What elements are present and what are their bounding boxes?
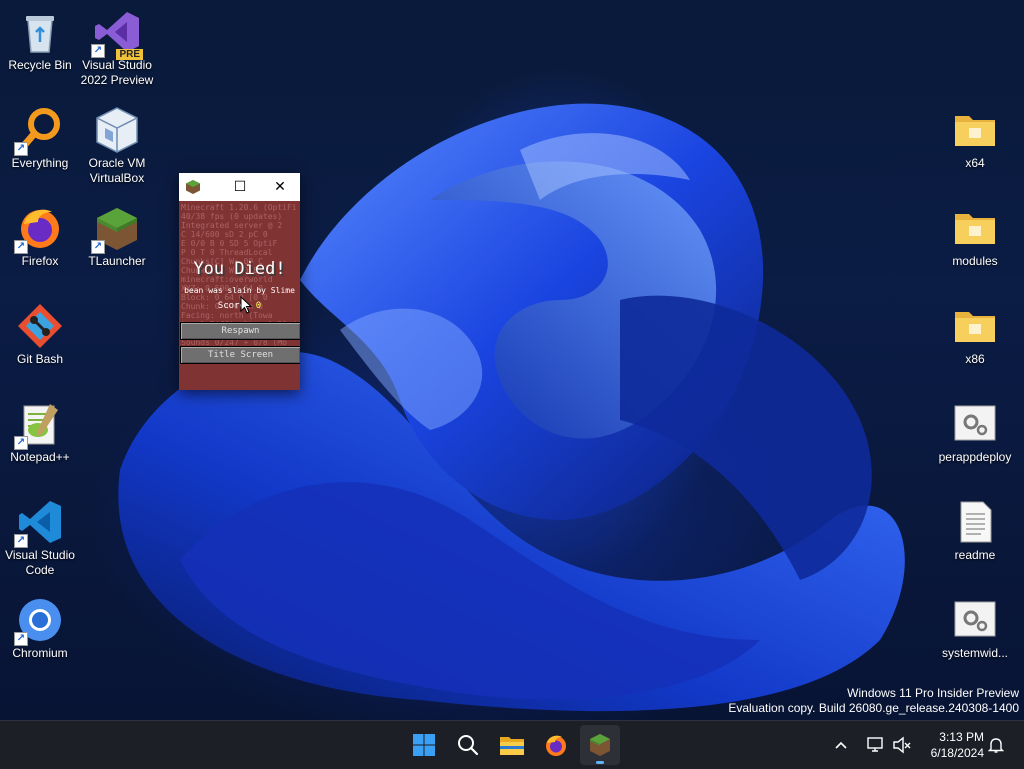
windows-start-icon	[413, 734, 435, 756]
desktop-icon-visual-studio[interactable]: ↗ PRE Visual Studio 2022 Preview	[77, 8, 157, 88]
volume-muted-icon	[893, 736, 911, 754]
virtualbox-icon	[93, 106, 141, 154]
minecraft-icon	[590, 734, 610, 756]
desktop-icon-virtualbox[interactable]: Oracle VM VirtualBox	[77, 106, 157, 186]
desktop-icon-notepadpp[interactable]: ↗ Notepad++	[0, 400, 80, 465]
desktop-icon-label: Visual Studio	[5, 548, 75, 562]
window-maximize-button[interactable]: ☐	[220, 173, 260, 201]
tray-volume[interactable]	[892, 721, 912, 769]
folder-icon	[951, 302, 999, 350]
watermark-edition: Windows 11 Pro Insider Preview	[847, 686, 1019, 700]
maximize-icon: ☐	[233, 179, 247, 195]
death-title: You Died!	[193, 259, 286, 279]
shortcut-arrow-icon: ↗	[91, 44, 105, 58]
firefox-icon: ↗	[14, 204, 64, 254]
desktop-icon-label: x64	[965, 156, 985, 170]
folder-icon	[951, 204, 999, 252]
desktop-icon-label: Recycle Bin	[8, 58, 72, 72]
desktop-icon-firefox[interactable]: ↗ Firefox	[0, 204, 80, 269]
taskbar-search-button[interactable]	[448, 725, 488, 765]
clock-date: 6/18/2024	[930, 746, 984, 760]
minecraft-window-titlebar[interactable]: ☐ ✕	[179, 173, 300, 201]
score-value: 0	[255, 301, 262, 311]
desktop-icon-label: Git Bash	[16, 352, 64, 366]
desktop-icon-label: Notepad++	[10, 450, 70, 464]
shortcut-arrow-icon: ↗	[14, 240, 28, 254]
watermark-build: Evaluation copy. Build 26080.ge_release.…	[728, 701, 1019, 715]
mouse-cursor-icon	[240, 296, 252, 314]
desktop-icon-label: systemwid...	[941, 646, 1008, 660]
shortcut-arrow-icon: ↗	[14, 436, 28, 450]
minecraft-app-icon	[186, 180, 200, 194]
desktop-icon-vscode[interactable]: ↗ Visual Studio Code	[0, 498, 80, 578]
desktop-icon-perappdeploy[interactable]: perappdeploy	[935, 400, 1015, 465]
desktop-icon-label: Oracle VM	[88, 156, 146, 170]
chromium-icon: ↗	[14, 596, 64, 646]
recycle-bin-icon	[16, 8, 64, 56]
tray-overflow-chevron[interactable]	[834, 721, 848, 769]
settings-file-icon	[951, 596, 999, 644]
desktop-icon-chromium[interactable]: ↗ Chromium	[0, 596, 80, 661]
shortcut-arrow-icon: ↗	[91, 240, 105, 254]
desktop-icon-label-line2: Code	[25, 563, 55, 577]
desktop-icon-label-line2: VirtualBox	[89, 171, 145, 185]
desktop-icon-label-line2: 2022 Preview	[80, 73, 154, 87]
git-bash-icon	[16, 302, 64, 350]
desktop-icon-systemwide[interactable]: systemwid...	[935, 596, 1015, 661]
shortcut-arrow-icon: ↗	[14, 142, 28, 156]
network-icon	[867, 737, 883, 752]
notepadpp-icon: ↗	[14, 400, 64, 450]
desktop-icon-recycle-bin[interactable]: Recycle Bin	[0, 8, 80, 73]
death-message: bean was slain by Slime	[184, 286, 295, 295]
settings-file-icon	[951, 400, 999, 448]
desktop-icon-label: Visual Studio	[82, 58, 152, 72]
close-icon: ✕	[274, 179, 286, 195]
minecraft-window[interactable]: ☐ ✕ Minecraft 1.20.6 (OptiFi 40/38 fps (0…	[179, 173, 300, 390]
tlauncher-icon: ↗	[91, 204, 141, 254]
desktop-icon-label: Chromium	[12, 646, 68, 660]
taskbar-minecraft-button[interactable]	[580, 725, 620, 765]
chevron-up-icon	[835, 741, 847, 749]
desktop-icon-label: TLauncher	[88, 254, 146, 268]
desktop-icon-folder-x64[interactable]: x64	[935, 106, 1015, 171]
text-file-icon	[951, 498, 999, 546]
desktop-icon-label: x86	[965, 352, 985, 366]
window-close-button[interactable]: ✕	[260, 173, 300, 201]
taskbar-start-button[interactable]	[404, 725, 444, 765]
desktop-icon-git-bash[interactable]: Git Bash	[0, 302, 80, 367]
shortcut-arrow-icon: ↗	[14, 534, 28, 548]
desktop-icon-folder-modules[interactable]: modules	[935, 204, 1015, 269]
desktop-icon-tlauncher[interactable]: ↗ TLauncher	[77, 204, 157, 269]
desktop-icon-label: Firefox	[21, 254, 59, 268]
notification-bell-icon	[988, 738, 1004, 753]
desktop-icon-label: readme	[954, 548, 996, 562]
vscode-icon: ↗	[14, 498, 64, 548]
preview-badge: PRE	[116, 49, 143, 60]
shortcut-arrow-icon: ↗	[14, 632, 28, 646]
desktop-icon-readme[interactable]: readme	[935, 498, 1015, 563]
tray-notifications[interactable]	[988, 721, 1004, 769]
desktop-icon-label: modules	[952, 254, 998, 268]
taskbar-firefox-button[interactable]	[536, 725, 576, 765]
firefox-icon	[546, 735, 566, 756]
title-screen-button[interactable]: Title Screen	[180, 346, 300, 364]
desktop-icon-everything[interactable]: ↗ Everything	[0, 106, 80, 171]
tray-network[interactable]	[866, 721, 886, 769]
clock-time: 3:13 PM	[939, 730, 984, 744]
desktop-icon-label: Everything	[11, 156, 69, 170]
file-explorer-icon	[500, 737, 524, 755]
folder-icon	[951, 106, 999, 154]
desktop-icon-folder-x86[interactable]: x86	[935, 302, 1015, 367]
taskbar-file-explorer-button[interactable]	[492, 725, 532, 765]
search-icon	[458, 735, 479, 756]
visual-studio-icon: ↗ PRE	[91, 8, 143, 60]
desktop-icon-label: perappdeploy	[938, 450, 1012, 464]
everything-search-icon: ↗	[14, 106, 64, 156]
taskbar: 3:13 PM 6/18/2024	[0, 720, 1024, 769]
taskbar-clock[interactable]: 3:13 PM 6/18/2024	[931, 729, 984, 761]
windows-watermark: Windows 11 Pro Insider Preview Evaluatio…	[728, 686, 1019, 716]
respawn-button[interactable]: Respawn	[180, 322, 300, 340]
